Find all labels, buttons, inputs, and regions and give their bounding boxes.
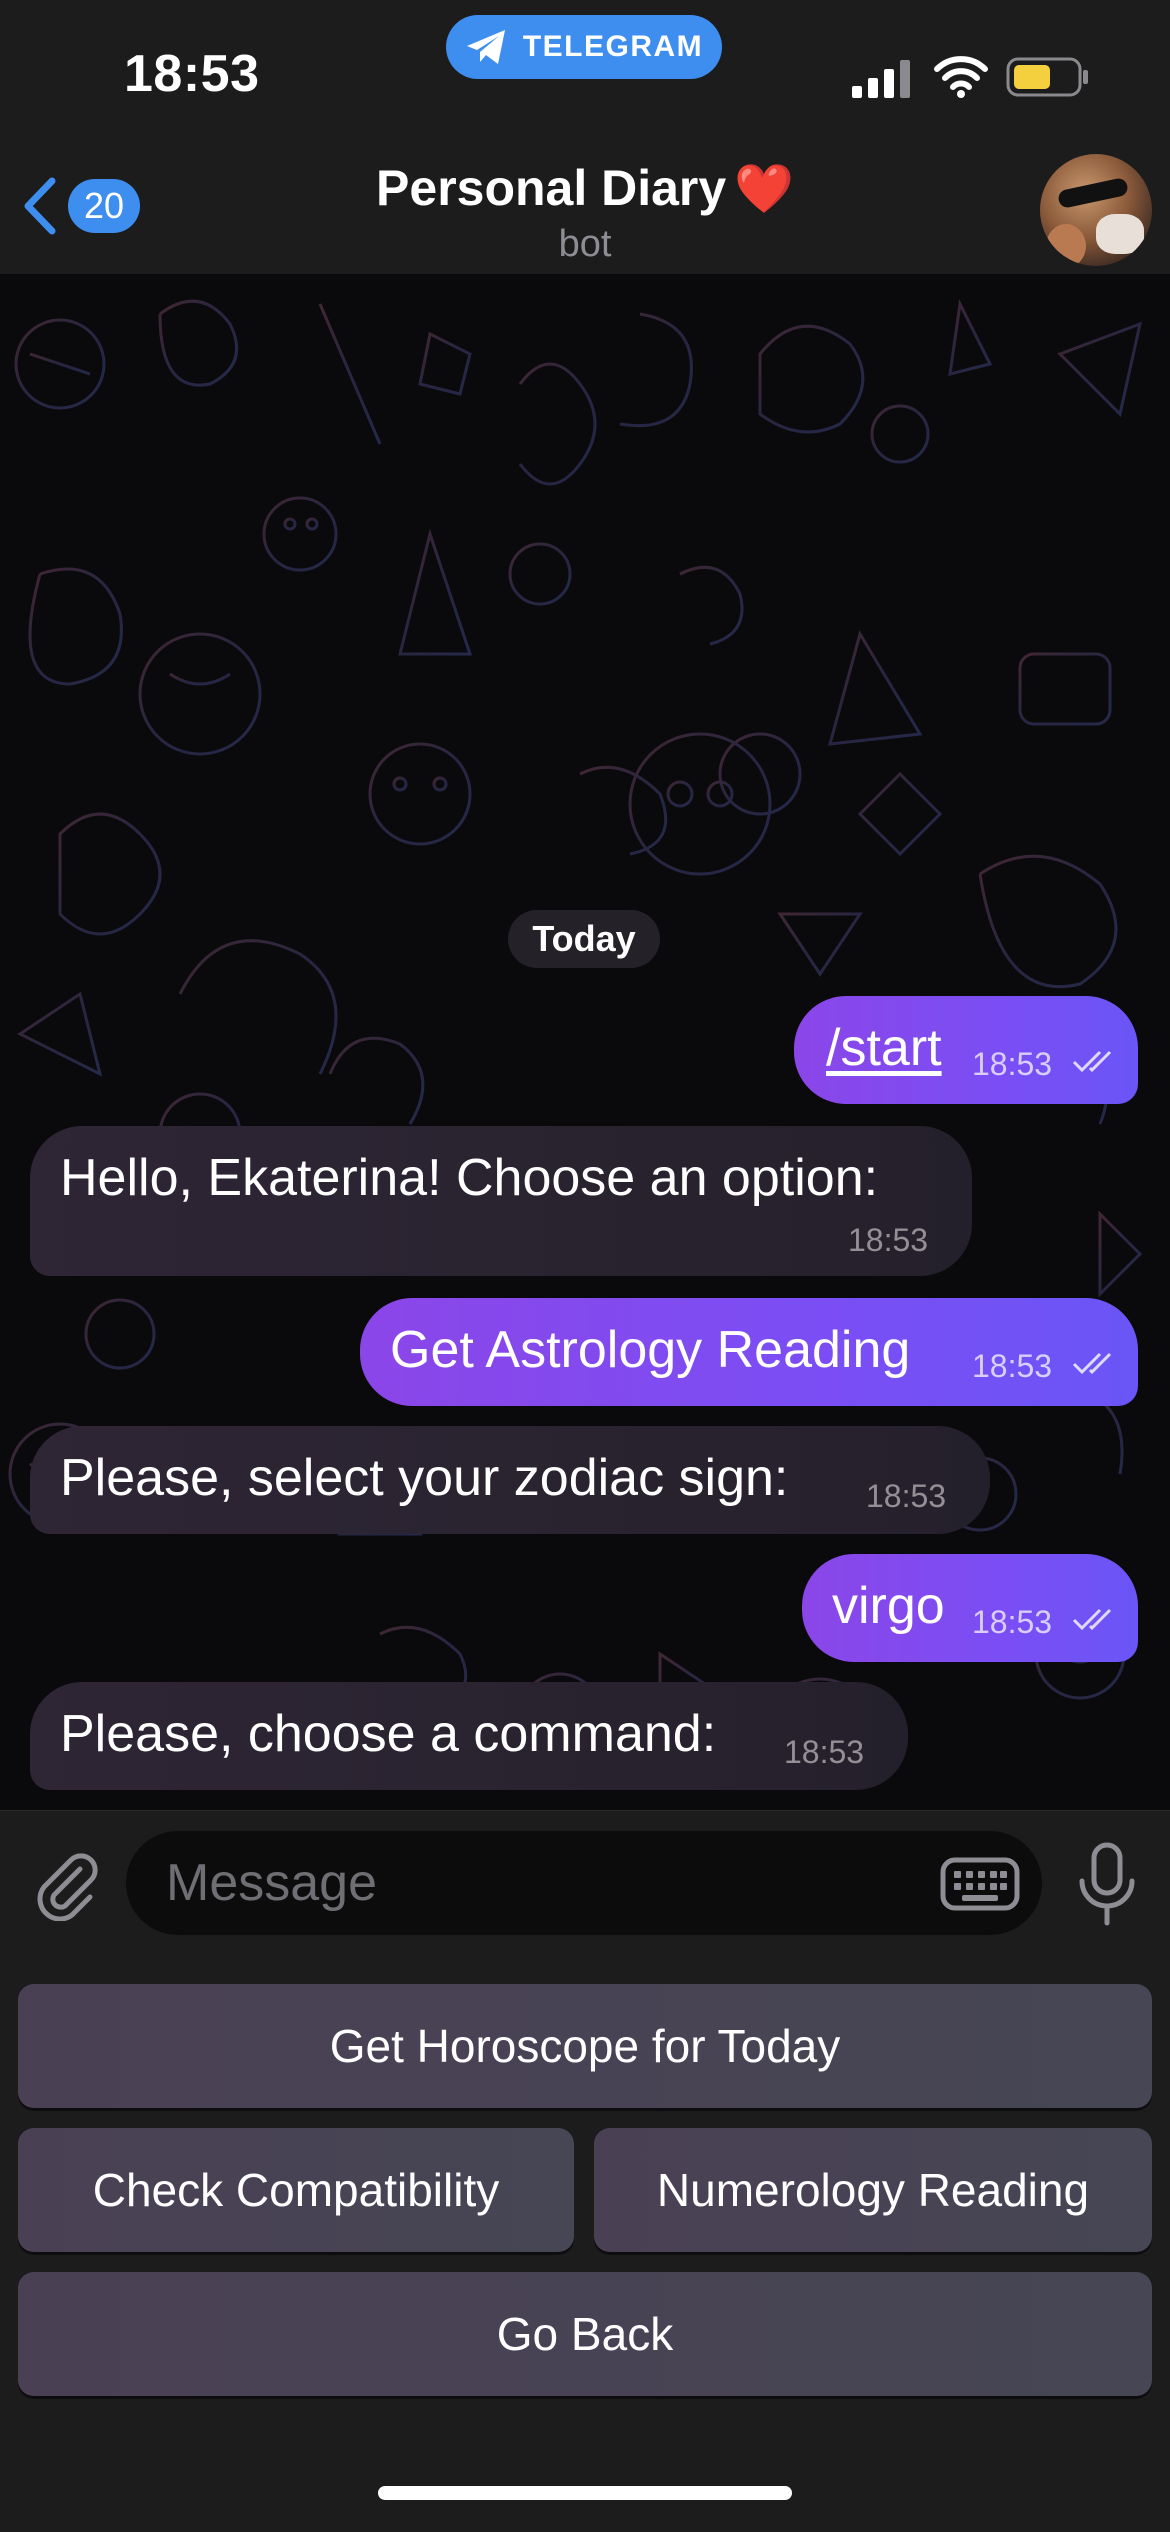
keyboard-button-horoscope[interactable]: Get Horoscope for Today — [18, 1984, 1152, 2108]
paperclip-icon[interactable] — [28, 1847, 102, 1921]
message-bubble-incoming[interactable]: Please, choose a command: 18:53 — [30, 1682, 908, 1790]
heart-emoji: ❤️ — [734, 163, 794, 216]
telegram-plane-icon — [466, 30, 505, 64]
telegram-return-pill[interactable]: TELEGRAM — [446, 15, 722, 79]
double-check-icon — [1072, 1050, 1112, 1073]
message-time: 18:53 — [972, 1348, 1053, 1384]
chat-title: Personal Diary ❤️ — [300, 156, 870, 222]
back-button[interactable]: 20 — [18, 174, 140, 238]
message-bubble-incoming[interactable]: Hello, Ekaterina! Choose an option: 18:5… — [30, 1126, 972, 1276]
message-time: 18:53 — [848, 1222, 929, 1258]
message-time: 18:53 — [784, 1734, 865, 1770]
message-time: 18:53 — [972, 1604, 1053, 1640]
message-text: virgo — [832, 1577, 945, 1635]
message-text: Get Astrology Reading — [390, 1321, 911, 1379]
message-bubble-outgoing[interactable]: virgo 18:53 — [802, 1554, 1138, 1662]
date-separator: Today — [508, 910, 660, 968]
message-text: Please, select your zodiac sign: — [60, 1449, 789, 1507]
message-bubble-outgoing[interactable]: Get Astrology Reading 18:53 — [360, 1298, 1138, 1406]
message-bubble-outgoing[interactable]: /start 18:53 — [794, 996, 1138, 1104]
unread-count-badge: 20 — [68, 179, 140, 233]
keyboard-icon[interactable] — [940, 1857, 1020, 1911]
message-text[interactable]: /start — [826, 1018, 942, 1078]
microphone-icon[interactable] — [1074, 1841, 1140, 1927]
home-indicator[interactable] — [378, 2486, 792, 2500]
chevron-left-icon — [24, 177, 56, 235]
keyboard-button-go-back[interactable]: Go Back — [18, 2272, 1152, 2396]
keyboard-button-numerology[interactable]: Numerology Reading — [594, 2128, 1152, 2252]
chat-subtitle: bot — [558, 223, 612, 265]
double-check-icon — [1072, 1608, 1112, 1631]
battery-icon — [1006, 57, 1088, 97]
status-bar: 18:53 TELEGRAM — [0, 0, 1170, 150]
message-bubble-incoming[interactable]: Please, select your zodiac sign: 18:53 — [30, 1426, 990, 1534]
message-text: Please, choose a command: — [60, 1705, 717, 1763]
status-time: 18:53 — [124, 45, 260, 103]
chat-title-text: Personal Diary — [376, 160, 727, 216]
keyboard-button-compatibility[interactable]: Check Compatibility — [18, 2128, 574, 2252]
chat-area[interactable]: Today /start 18:53 Hello, Ekaterina! Cho… — [0, 274, 1170, 1810]
wifi-icon — [934, 56, 988, 98]
telegram-pill-label: TELEGRAM — [522, 30, 704, 63]
message-input[interactable] — [126, 1831, 1042, 1935]
cellular-signal-icon — [852, 60, 910, 98]
message-text: Hello, Ekaterina! Choose an option: — [60, 1149, 879, 1207]
message-time: 18:53 — [866, 1478, 947, 1514]
double-check-icon — [1072, 1352, 1112, 1375]
avatar[interactable] — [1040, 154, 1152, 266]
chat-header: 20 Personal Diary ❤️ bot — [0, 150, 1170, 274]
bot-reply-keyboard: Get Horoscope for Today Check Compatibil… — [0, 1954, 1170, 2532]
composer-bar — [0, 1810, 1170, 1955]
chat-title-block[interactable]: Personal Diary ❤️ bot — [300, 156, 870, 266]
message-time: 18:53 — [972, 1046, 1053, 1082]
